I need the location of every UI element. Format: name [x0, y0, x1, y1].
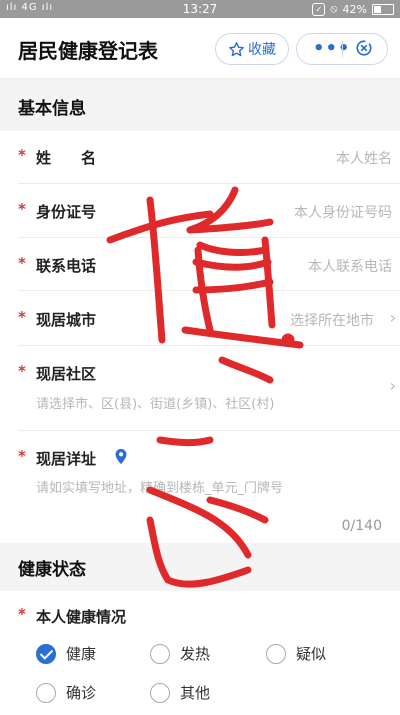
option-fever[interactable]: 发热 — [150, 643, 210, 664]
id-number-field[interactable]: * 身份证号 本人身份证号码 — [18, 184, 400, 238]
section-basic-header: 基本信息 — [0, 79, 400, 131]
battery-icon — [372, 3, 394, 15]
required-mark: * — [18, 308, 26, 326]
close-target-icon[interactable] — [355, 39, 373, 57]
option-label: 发热 — [180, 645, 211, 663]
city-select[interactable]: 选择所在地市 — [290, 310, 374, 330]
city-field[interactable]: * 现居城市 选择所在地市 › — [18, 291, 400, 346]
star-icon — [229, 41, 244, 56]
phone-field[interactable]: * 联系电话 本人联系电话 — [18, 238, 400, 291]
option-label: 健康 — [66, 645, 97, 663]
page-title: 居民健康登记表 — [18, 39, 158, 63]
radio-empty-icon — [150, 682, 170, 703]
city-label: 现居城市 — [36, 311, 97, 329]
option-label: 确诊 — [66, 684, 97, 702]
option-confirmed[interactable]: 确诊 — [36, 682, 96, 703]
basic-info-form: * 姓 名 本人姓名 * 身份证号 本人身份证号码 * 联系电话 本人联系电话 … — [0, 131, 400, 543]
option-other[interactable]: 其他 — [150, 682, 210, 703]
section-basic-title: 基本信息 — [18, 99, 86, 119]
shield-status-icon: ✓ — [312, 2, 326, 16]
name-input[interactable]: 本人姓名 — [336, 148, 392, 168]
health-question: 本人健康情况 — [36, 608, 127, 626]
phone-label: 联系电话 — [36, 257, 97, 275]
radio-empty-icon — [150, 643, 170, 664]
favorite-label: 收藏 — [248, 42, 276, 58]
title-bar: 居民健康登记表 收藏 ••• — [0, 18, 400, 79]
option-label: 其他 — [180, 684, 211, 702]
required-mark: * — [18, 362, 26, 380]
battery-percent: 42% — [342, 2, 367, 16]
mute-icon: ⦸ — [330, 2, 338, 15]
address-field[interactable]: * 现居详址 请如实填写地址，精确到楼栋_单元_门牌号 0/140 — [18, 431, 400, 543]
required-mark: * — [18, 254, 26, 272]
mini-program-capsule: ••• — [296, 33, 388, 65]
option-healthy[interactable]: 健康 — [36, 643, 96, 664]
phone-input[interactable]: 本人联系电话 — [308, 256, 392, 276]
address-label: 现居详址 — [36, 450, 97, 468]
option-suspected[interactable]: 疑似 — [266, 643, 326, 664]
section-health-title: 健康状态 — [18, 560, 86, 580]
required-mark: * — [18, 146, 26, 164]
option-label: 疑似 — [296, 645, 327, 663]
required-mark: * — [18, 605, 26, 623]
address-input[interactable]: 请如实填写地址，精确到楼栋_单元_门牌号 — [36, 477, 283, 496]
required-mark: * — [18, 200, 26, 218]
health-form: * 本人健康情况 健康 发热 疑似 确诊 其他 — [0, 591, 400, 715]
capsule-divider — [342, 41, 343, 57]
location-pin-icon[interactable] — [114, 448, 128, 465]
name-label: 姓 名 — [36, 149, 97, 167]
chevron-right-icon: › — [389, 376, 396, 395]
community-select[interactable]: 请选择市、区(县)、街道(乡镇)、社区(村) — [36, 393, 274, 412]
radio-empty-icon — [266, 643, 286, 664]
radio-checked-icon — [36, 643, 56, 664]
status-bar: ılı 4G ılı 13:27 ✓ ⦸ 42% — [0, 0, 400, 18]
required-mark: * — [18, 447, 26, 465]
community-label: 现居社区 — [36, 365, 97, 383]
id-number-input[interactable]: 本人身份证号码 — [294, 202, 392, 222]
chevron-right-icon: › — [389, 308, 396, 327]
favorite-button[interactable]: 收藏 — [215, 33, 289, 65]
name-field[interactable]: * 姓 名 本人姓名 — [18, 131, 400, 184]
more-menu-button[interactable]: ••• — [313, 38, 351, 59]
radio-empty-icon — [36, 682, 56, 703]
status-right: ✓ ⦸ 42% — [312, 2, 394, 16]
community-field[interactable]: * 现居社区 请选择市、区(县)、街道(乡镇)、社区(村) › — [18, 346, 400, 431]
char-counter: 0/140 — [341, 518, 382, 534]
section-health-header: 健康状态 — [0, 543, 400, 591]
id-number-label: 身份证号 — [36, 203, 97, 221]
